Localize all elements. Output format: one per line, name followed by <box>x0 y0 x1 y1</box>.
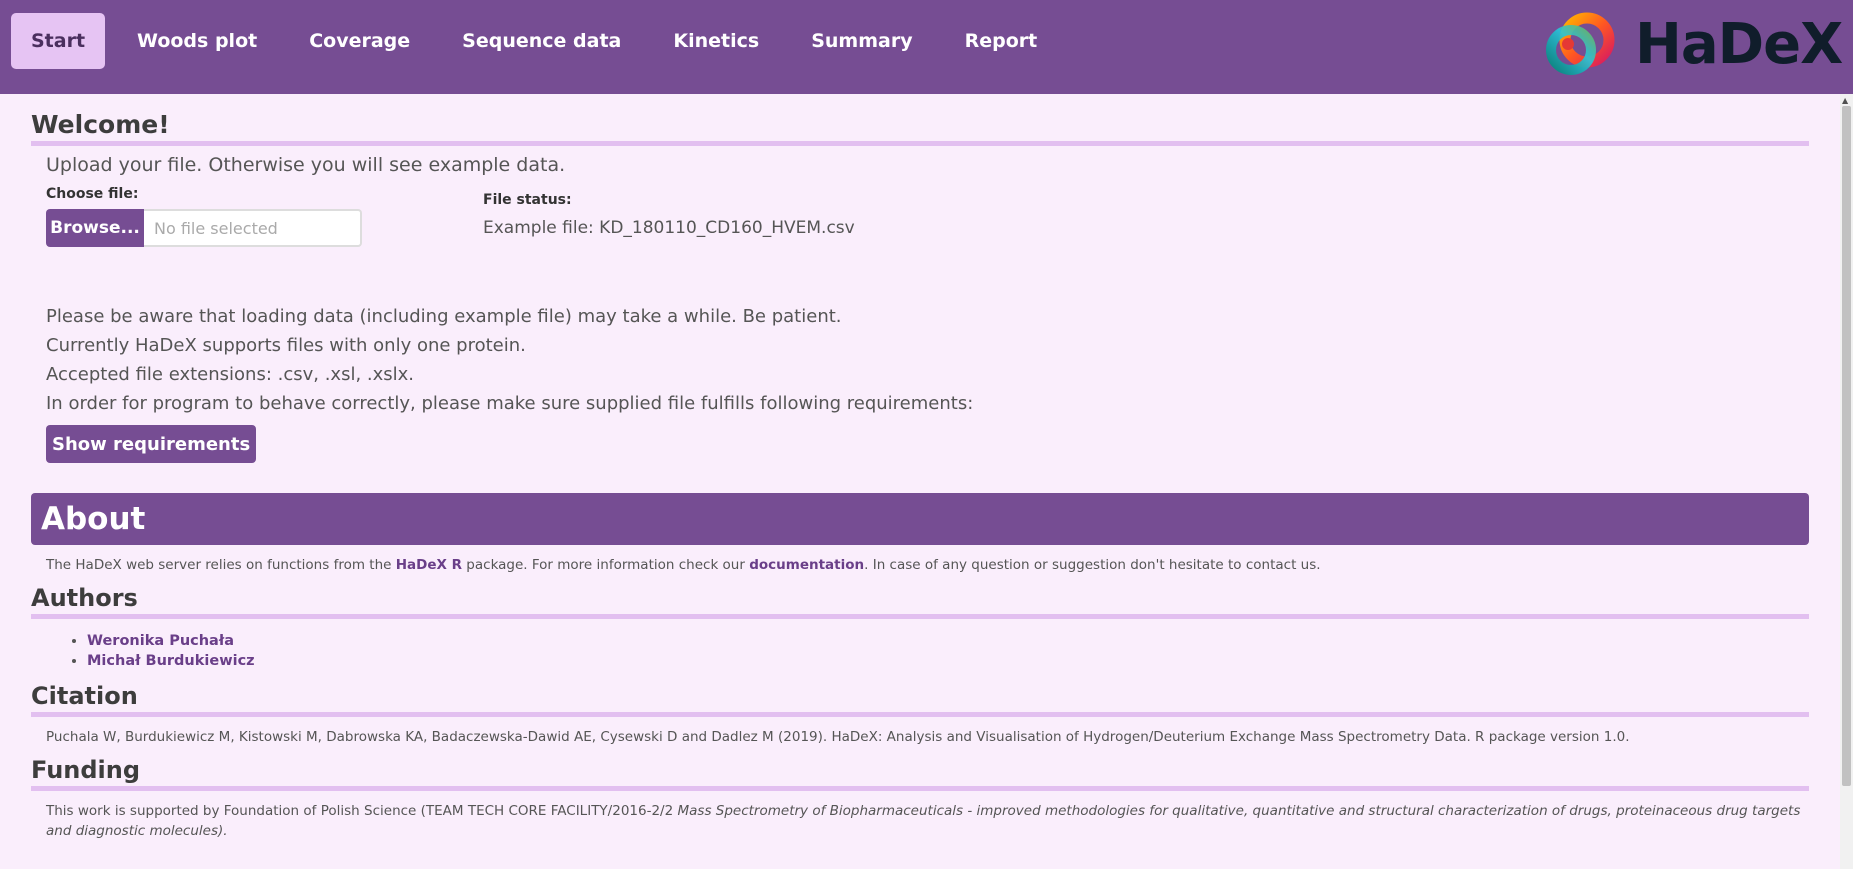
about-text-part: package. For more information check our <box>462 557 750 573</box>
tab-kinetics[interactable]: Kinetics <box>653 13 779 69</box>
funding-text-part: This work is supported by Foundation of … <box>46 803 678 819</box>
info-line: Currently HaDeX supports files with only… <box>46 335 526 356</box>
file-chooser: Choose file: Browse... No file selected <box>46 186 362 247</box>
file-name-field[interactable]: No file selected <box>144 209 362 247</box>
citation-title: Citation <box>31 671 1809 717</box>
funding-title: Funding <box>31 745 1809 791</box>
file-status-value: Example file: KD_180110_CD160_HVEM.csv <box>483 218 855 238</box>
main-content: Welcome! Upload your file. Otherwise you… <box>31 94 1809 841</box>
authors-title: Authors <box>31 573 1809 619</box>
funding-text: This work is supported by Foundation of … <box>46 801 1806 841</box>
file-status: File status: Example file: KD_180110_CD1… <box>483 192 855 238</box>
info-line: In order for program to behave correctly… <box>46 393 974 414</box>
hadex-logo-icon <box>1546 12 1615 75</box>
info-line: Accepted file extensions: .csv, .xsl, .x… <box>46 364 415 385</box>
info-lines: Please be aware that loading data (inclu… <box>46 302 1809 418</box>
file-status-label: File status: <box>483 192 572 208</box>
upload-row: Choose file: Browse... No file selected … <box>31 176 1809 286</box>
scroll-thumb[interactable] <box>1842 106 1851 786</box>
tab-woods-plot[interactable]: Woods plot <box>117 13 277 69</box>
logo-text: HaDeX <box>1635 11 1843 77</box>
list-item: Michał Burdukiewicz <box>87 651 1809 671</box>
top-navbar: Start Woods plot Coverage Sequence data … <box>0 0 1853 94</box>
author-link[interactable]: Michał Burdukiewicz <box>87 653 255 669</box>
welcome-lead: Upload your file. Otherwise you will see… <box>46 154 566 176</box>
about-text-part: . In case of any question or suggestion … <box>864 557 1321 573</box>
hadex-logo: HaDeX <box>1535 11 1843 77</box>
scroll-up-icon[interactable]: ▲ <box>1842 96 1848 105</box>
file-input-group: Browse... No file selected <box>46 209 362 247</box>
documentation-link[interactable]: documentation <box>749 557 864 573</box>
about-text-part: The HaDeX web server relies on functions… <box>46 557 396 573</box>
welcome-title: Welcome! <box>31 94 1809 146</box>
about-text: The HaDeX web server relies on functions… <box>46 557 1809 573</box>
authors-list: Weronika Puchała Michał Burdukiewicz <box>31 631 1809 671</box>
tab-start[interactable]: Start <box>11 13 106 69</box>
hadex-r-link[interactable]: HaDeX R <box>396 557 462 573</box>
about-title: About <box>31 493 1809 545</box>
info-line: Please be aware that loading data (inclu… <box>46 306 842 327</box>
list-item: Weronika Puchała <box>87 631 1809 651</box>
tab-coverage[interactable]: Coverage <box>289 13 430 69</box>
tab-summary[interactable]: Summary <box>791 13 932 69</box>
browse-button[interactable]: Browse... <box>46 209 144 247</box>
show-requirements-button[interactable]: Show requirements <box>46 425 257 463</box>
tab-report[interactable]: Report <box>945 13 1058 69</box>
author-link[interactable]: Weronika Puchała <box>87 633 234 649</box>
tab-sequence-data[interactable]: Sequence data <box>442 13 641 69</box>
choose-file-label: Choose file: <box>46 186 139 202</box>
vertical-scrollbar[interactable]: ▲ <box>1840 94 1853 869</box>
nav-tabs: Start Woods plot Coverage Sequence data … <box>11 13 1069 69</box>
citation-text: Puchala W, Burdukiewicz M, Kistowski M, … <box>46 729 1630 745</box>
